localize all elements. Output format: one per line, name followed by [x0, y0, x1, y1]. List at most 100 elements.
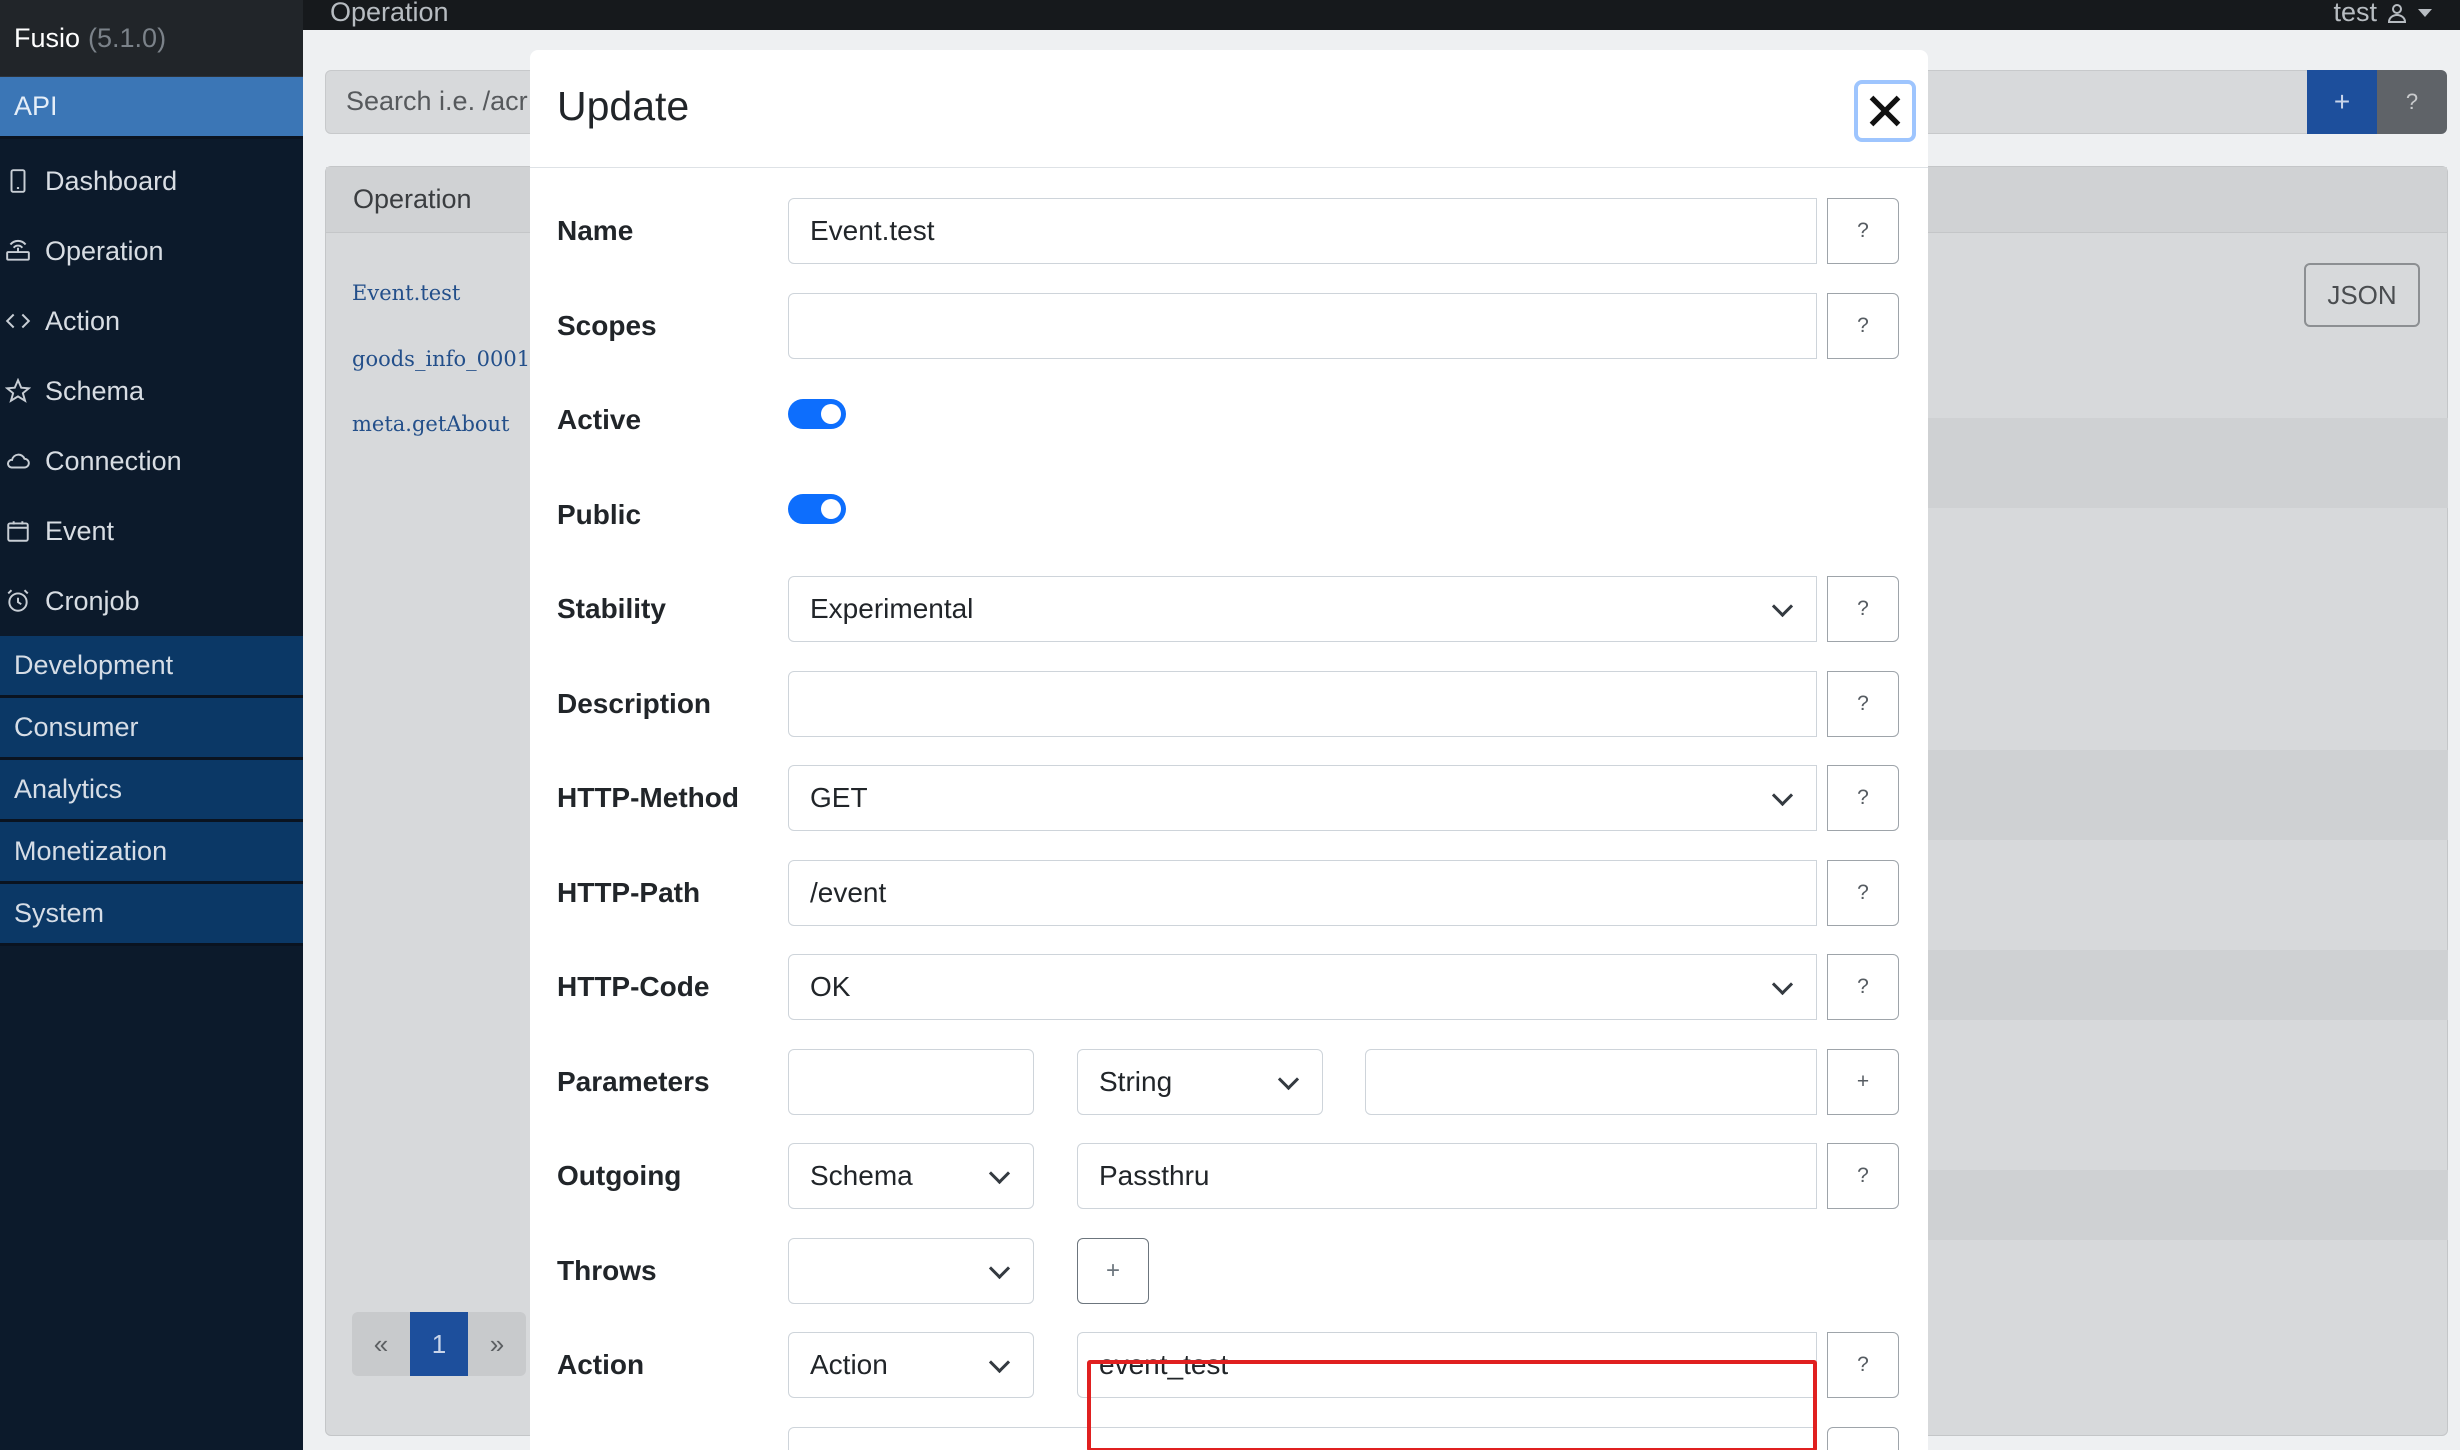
outgoing-help-button[interactable]: ? [1827, 1143, 1899, 1209]
brand[interactable]: Fusio (5.1.0) [0, 0, 303, 77]
user-icon [2387, 3, 2407, 23]
parameter-type-select[interactable]: String [1077, 1049, 1323, 1115]
sidebar-item-cronjob[interactable]: Cronjob [0, 566, 303, 636]
sidebar-section-monetization[interactable]: Monetization [0, 822, 303, 884]
add-throw-button[interactable]: + [1077, 1238, 1149, 1304]
sidebar-item-label: Action [45, 305, 121, 336]
field-label: Stability [557, 593, 666, 624]
parameter-name-input[interactable] [788, 1049, 1034, 1115]
http-method-select[interactable]: GET [788, 765, 1817, 831]
sidebar-item-label: Connection [45, 445, 182, 476]
sidebar-item-dashboard[interactable]: Dashboard [0, 146, 303, 216]
sidebar-item-action[interactable]: Action [0, 286, 303, 356]
sidebar-section-analytics[interactable]: Analytics [0, 760, 303, 822]
http-code-select[interactable]: OK [788, 954, 1817, 1020]
sidebar-section-label: API [14, 91, 58, 121]
sidebar-item-label: Event [45, 515, 115, 546]
sidebar-section-api[interactable]: API [0, 77, 303, 139]
code-icon [5, 308, 45, 334]
list-stripe [1920, 418, 2448, 508]
name-input[interactable]: Event.test [788, 198, 1817, 264]
sidebar-section-label: System [14, 898, 105, 928]
alarm-icon [5, 588, 45, 614]
field-active: Active [530, 387, 1928, 453]
sidebar-section-system[interactable]: System [0, 884, 303, 946]
http-code-help-button[interactable]: ? [1827, 954, 1899, 1020]
field-label: Action [557, 1349, 645, 1380]
star-icon [5, 378, 45, 404]
field-scopes: Scopes ? [530, 293, 1928, 359]
app-version: (5.1.0) [88, 22, 167, 53]
list-stripe [1920, 1170, 2448, 1240]
modal-title: Update [557, 83, 690, 129]
sidebar-item-label: Cronjob [45, 585, 140, 616]
stability-help-button[interactable]: ? [1827, 576, 1899, 642]
select-value: Experimental [810, 593, 974, 624]
add-button[interactable]: + [2307, 70, 2377, 134]
field-label: Public [557, 499, 642, 530]
operation-link[interactable]: Event.test [352, 281, 460, 305]
app-name: Fusio [14, 22, 81, 53]
name-help-button[interactable]: ? [1827, 198, 1899, 264]
sidebar: Fusio (5.1.0) API Dashboard Operation Ac… [0, 0, 303, 1450]
user-menu[interactable]: test [2333, 0, 2433, 28]
json-button[interactable]: JSON [2304, 263, 2420, 327]
help-button[interactable]: ? [2377, 70, 2447, 134]
description-input[interactable] [788, 671, 1817, 737]
calendar-icon [5, 518, 45, 544]
sidebar-section-label: Consumer [14, 712, 139, 742]
scopes-help-button[interactable]: ? [1827, 293, 1899, 359]
field-label: HTTP-Path [557, 877, 701, 908]
sidebar-item-event[interactable]: Event [0, 496, 303, 566]
field-http-path: HTTP-Path /event ? [530, 860, 1928, 926]
field-parameters: Parameters String + [530, 1049, 1928, 1115]
description-help-button[interactable]: ? [1827, 671, 1899, 737]
parameter-description-input[interactable] [1365, 1049, 1817, 1115]
cloud-icon [5, 448, 45, 474]
public-toggle[interactable] [788, 494, 846, 524]
field-http-code: HTTP-Code OK ? [530, 954, 1928, 1020]
sidebar-item-connection[interactable]: Connection [0, 426, 303, 496]
update-modal: Update Name Event.test ? Scopes ? Active… [530, 50, 1928, 1450]
sidebar-item-operation[interactable]: Operation [0, 216, 303, 286]
field-name: Name Event.test ? [530, 198, 1928, 264]
sidebar-item-schema[interactable]: Schema [0, 356, 303, 426]
sidebar-section-development[interactable]: Development [0, 636, 303, 698]
outgoing-schema-input[interactable]: Passthru [1077, 1143, 1817, 1209]
sidebar-item-label: Dashboard [45, 165, 178, 196]
sidebar-item-label: Operation [45, 235, 164, 266]
http-method-help-button[interactable]: ? [1827, 765, 1899, 831]
pagination-prev[interactable]: « [352, 1312, 410, 1376]
tablet-icon [5, 168, 45, 194]
field-description: Description ? [530, 671, 1928, 737]
pagination-page[interactable]: 1 [410, 1312, 468, 1376]
outgoing-type-select[interactable]: Schema [788, 1143, 1034, 1209]
action-type-select[interactable]: Action [788, 1332, 1034, 1398]
user-name: test [2333, 0, 2377, 27]
stability-select[interactable]: Experimental [788, 576, 1817, 642]
add-parameter-button[interactable]: + [1827, 1049, 1899, 1115]
operation-link[interactable]: goods_info_0001 [352, 347, 530, 371]
throws-select[interactable] [788, 1238, 1034, 1304]
scopes-input[interactable] [788, 293, 1817, 359]
http-path-input[interactable]: /event [788, 860, 1817, 926]
list-stripe [1920, 750, 2448, 840]
active-toggle[interactable] [788, 399, 846, 429]
field-label: Throws [557, 1255, 657, 1286]
select-value: OK [810, 971, 851, 1002]
sidebar-section-label: Monetization [14, 836, 168, 866]
http-path-help-button[interactable]: ? [1827, 860, 1899, 926]
sidebar-section-consumer[interactable]: Consumer [0, 698, 303, 760]
next-help-button[interactable] [1827, 1427, 1899, 1450]
sidebar-section-label: Development [14, 650, 174, 680]
close-button[interactable] [1854, 80, 1916, 142]
operation-link[interactable]: meta.getAbout [352, 412, 510, 436]
pagination-next[interactable]: » [468, 1312, 526, 1376]
sidebar-section-label: Analytics [14, 774, 123, 804]
action-help-button[interactable]: ? [1827, 1332, 1899, 1398]
field-throws: Throws + [530, 1238, 1928, 1304]
field-outgoing: Outgoing Schema Passthru ? [530, 1143, 1928, 1209]
select-value: GET [810, 782, 868, 813]
field-label: Name [557, 215, 634, 246]
field-label: Description [557, 688, 712, 719]
